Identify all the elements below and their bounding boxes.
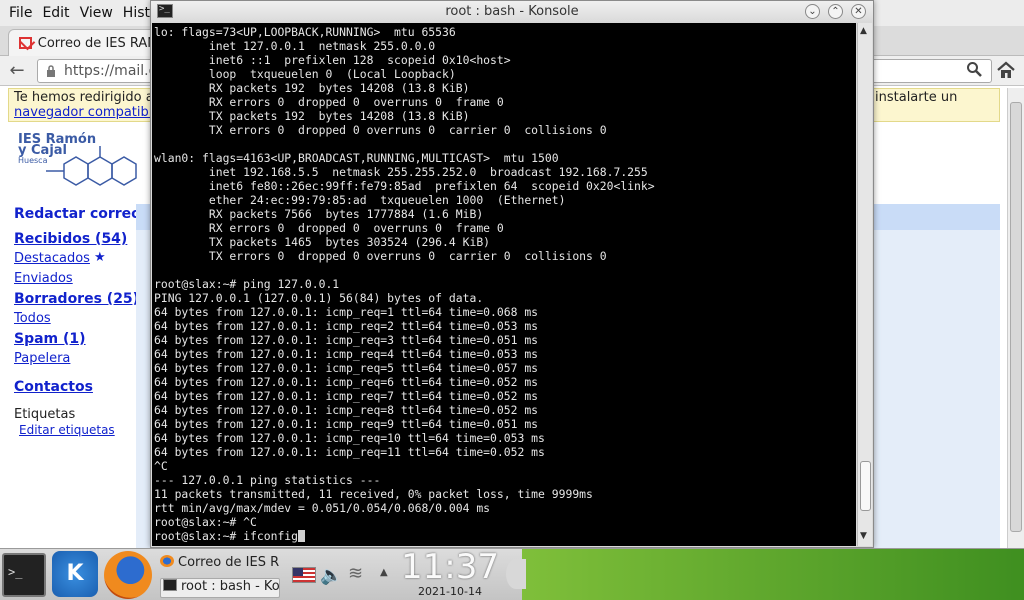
task-konsole-label: root : bash - Ko bbox=[181, 579, 280, 594]
menu-file[interactable]: File bbox=[4, 5, 37, 21]
terminal-line: 64 bytes from 127.0.0.1: icmp_req=10 ttl… bbox=[154, 431, 545, 445]
notice-text: Te hemos redirigido a bbox=[14, 90, 154, 105]
task-browser[interactable]: Correo de IES R bbox=[160, 555, 280, 575]
konsole-window: root : bash - Konsole ⌄ ⌃ ✕ lo: flags=73… bbox=[150, 0, 874, 548]
terminal-line: RX errors 0 dropped 0 overruns 0 frame 0 bbox=[154, 221, 504, 235]
terminal-line: --- 127.0.0.1 ping statistics --- bbox=[154, 473, 381, 487]
spam-link[interactable]: Spam (1) bbox=[14, 331, 86, 347]
clock-date[interactable]: 2021-10-14 bbox=[398, 585, 502, 598]
terminal-line: 64 bytes from 127.0.0.1: icmp_req=9 ttl=… bbox=[154, 417, 539, 431]
terminal-launcher-icon[interactable] bbox=[2, 553, 46, 597]
sent-link[interactable]: Enviados bbox=[14, 271, 73, 286]
all-mail-link[interactable]: Todos bbox=[14, 311, 51, 326]
compose-link[interactable]: Redactar correo bbox=[14, 206, 141, 222]
edit-labels-link[interactable]: Editar etiquetas bbox=[19, 423, 115, 437]
terminal-scroll-thumb[interactable] bbox=[860, 461, 871, 511]
terminal-line: 64 bytes from 127.0.0.1: icmp_req=6 ttl=… bbox=[154, 375, 539, 389]
terminal-line: 64 bytes from 127.0.0.1: icmp_req=1 ttl=… bbox=[154, 305, 539, 319]
browser-scrollbar[interactable] bbox=[1007, 88, 1024, 548]
terminal-line: root@slax:~# ping 127.0.0.1 bbox=[154, 277, 340, 291]
drafts-link[interactable]: Borradores (25) bbox=[14, 291, 139, 307]
task-browser-label: Correo de IES R bbox=[178, 555, 280, 570]
star-icon: ★ bbox=[94, 250, 106, 265]
terminal-line: rtt min/avg/max/mdev = 0.051/0.054/0.068… bbox=[154, 501, 491, 515]
notice-right-text: instalarte un bbox=[875, 90, 958, 105]
volume-icon[interactable]: 🔈 bbox=[320, 565, 342, 586]
terminal-prompt-text: root@slax:~# ifconfig bbox=[154, 529, 299, 543]
menu-view[interactable]: View bbox=[75, 5, 118, 21]
scroll-up-icon[interactable]: ▲ bbox=[860, 26, 867, 36]
terminal-line: PING 127.0.0.1 (127.0.0.1) 56(84) bytes … bbox=[154, 291, 484, 305]
terminal-line: RX packets 7566 bytes 1777884 (1.6 MiB) bbox=[154, 207, 484, 221]
terminal-line: ether 24:ec:99:79:85:ad txqueuelen 1000 … bbox=[154, 193, 566, 207]
panel-toolbox[interactable] bbox=[506, 559, 526, 589]
home-icon[interactable] bbox=[996, 61, 1016, 79]
terminal-line: 64 bytes from 127.0.0.1: icmp_req=11 ttl… bbox=[154, 445, 545, 459]
minimize-button[interactable]: ⌄ bbox=[805, 4, 820, 19]
close-button[interactable]: ✕ bbox=[851, 4, 866, 19]
terminal-line: inet 127.0.0.1 netmask 255.0.0.0 bbox=[154, 39, 436, 53]
labels-title: Etiquetas bbox=[14, 407, 76, 422]
gmail-icon bbox=[19, 37, 32, 49]
firefox-icon[interactable] bbox=[104, 551, 152, 599]
terminal-line: wlan0: flags=4163<UP,BROADCAST,RUNNING,M… bbox=[154, 151, 559, 165]
terminal-line: ^C bbox=[154, 459, 168, 473]
terminal-area[interactable]: lo: flags=73<UP,LOOPBACK,RUNNING> mtu 65… bbox=[152, 23, 856, 546]
desktop-wallpaper bbox=[522, 549, 1024, 600]
terminal-line: inet6 fe80::26ec:99ff:fe79:85ad prefixle… bbox=[154, 179, 655, 193]
school-logo: IES Ramón y Cajal Huesca bbox=[14, 133, 144, 196]
terminal-line: RX errors 0 dropped 0 overruns 0 frame 0 bbox=[154, 95, 504, 109]
terminal-line: 64 bytes from 127.0.0.1: icmp_req=4 ttl=… bbox=[154, 347, 539, 361]
terminal-line: 64 bytes from 127.0.0.1: icmp_req=3 ttl=… bbox=[154, 333, 539, 347]
terminal-line: TX errors 0 dropped 0 overruns 0 carrier… bbox=[154, 249, 607, 263]
wifi-icon[interactable]: ≋ bbox=[348, 563, 363, 584]
terminal-line: inet 192.168.5.5 netmask 255.255.252.0 b… bbox=[154, 165, 648, 179]
back-button[interactable]: ← bbox=[6, 60, 28, 82]
maximize-button[interactable]: ⌃ bbox=[828, 4, 843, 19]
hexagon-logo-icon bbox=[46, 146, 137, 186]
kde-menu-icon[interactable]: K bbox=[52, 551, 98, 597]
terminal-prompt-line[interactable]: root@slax:~# ifconfig bbox=[154, 529, 655, 543]
terminal-line: 64 bytes from 127.0.0.1: icmp_req=2 ttl=… bbox=[154, 319, 539, 333]
inbox-link[interactable]: Recibidos (54) bbox=[14, 231, 127, 247]
terminal-line: loop txqueuelen 0 (Local Loopback) bbox=[154, 67, 456, 81]
terminal-line: 64 bytes from 127.0.0.1: icmp_req=7 ttl=… bbox=[154, 389, 539, 403]
terminal-output: lo: flags=73<UP,LOOPBACK,RUNNING> mtu 65… bbox=[154, 25, 655, 543]
search-icon[interactable] bbox=[966, 61, 982, 77]
menu-edit[interactable]: Edit bbox=[37, 5, 74, 21]
url-text: https://mail.g bbox=[64, 63, 158, 79]
task-konsole[interactable]: root : bash - Ko bbox=[160, 578, 280, 598]
konsole-titlebar[interactable]: root : bash - Konsole ⌄ ⌃ ✕ bbox=[151, 1, 873, 23]
terminal-line: TX packets 1465 bytes 303524 (296.4 KiB) bbox=[154, 235, 491, 249]
contacts-link[interactable]: Contactos bbox=[14, 379, 93, 395]
terminal-cursor bbox=[298, 530, 306, 542]
konsole-title: root : bash - Konsole bbox=[445, 4, 579, 19]
terminal-line: lo: flags=73<UP,LOOPBACK,RUNNING> mtu 65… bbox=[154, 25, 456, 39]
terminal-line: 64 bytes from 127.0.0.1: icmp_req=8 ttl=… bbox=[154, 403, 539, 417]
terminal-line: TX packets 192 bytes 14208 (13.8 KiB) bbox=[154, 109, 470, 123]
trash-link[interactable]: Papelera bbox=[14, 351, 70, 366]
scroll-down-icon[interactable]: ▼ bbox=[860, 531, 867, 541]
terminal-line: 11 packets transmitted, 11 received, 0% … bbox=[154, 487, 593, 501]
us-flag-icon[interactable] bbox=[292, 567, 316, 583]
terminal-line: root@slax:~# ^C bbox=[154, 515, 257, 529]
lock-icon bbox=[47, 65, 55, 77]
notice-link[interactable]: navegador compatibl bbox=[14, 105, 152, 120]
terminal-line: inet6 ::1 prefixlen 128 scopeid 0x10<hos… bbox=[154, 53, 511, 67]
terminal-line: RX packets 192 bytes 14208 (13.8 KiB) bbox=[154, 81, 470, 95]
tray-expand-icon[interactable]: ▲ bbox=[380, 567, 388, 578]
firefox-task-icon bbox=[160, 555, 174, 567]
terminal-task-icon bbox=[163, 579, 177, 591]
terminal-line: 64 bytes from 127.0.0.1: icmp_req=5 ttl=… bbox=[154, 361, 539, 375]
terminal-scrollbar[interactable]: ▲ ▼ bbox=[857, 23, 872, 546]
terminal-line: TX errors 0 dropped 0 overruns 0 carrier… bbox=[154, 123, 607, 137]
starred-link[interactable]: Destacados bbox=[14, 251, 90, 266]
tab-gmail[interactable]: Correo de IES RAN bbox=[8, 29, 158, 56]
tab-title: Correo de IES RAN bbox=[37, 35, 157, 51]
taskbar: K Correo de IES R root : bash - Ko 🔈 ≋ ▲… bbox=[0, 547, 1024, 600]
browser-scroll-thumb[interactable] bbox=[1010, 102, 1022, 532]
clock-time[interactable]: 11:37 bbox=[398, 547, 502, 587]
